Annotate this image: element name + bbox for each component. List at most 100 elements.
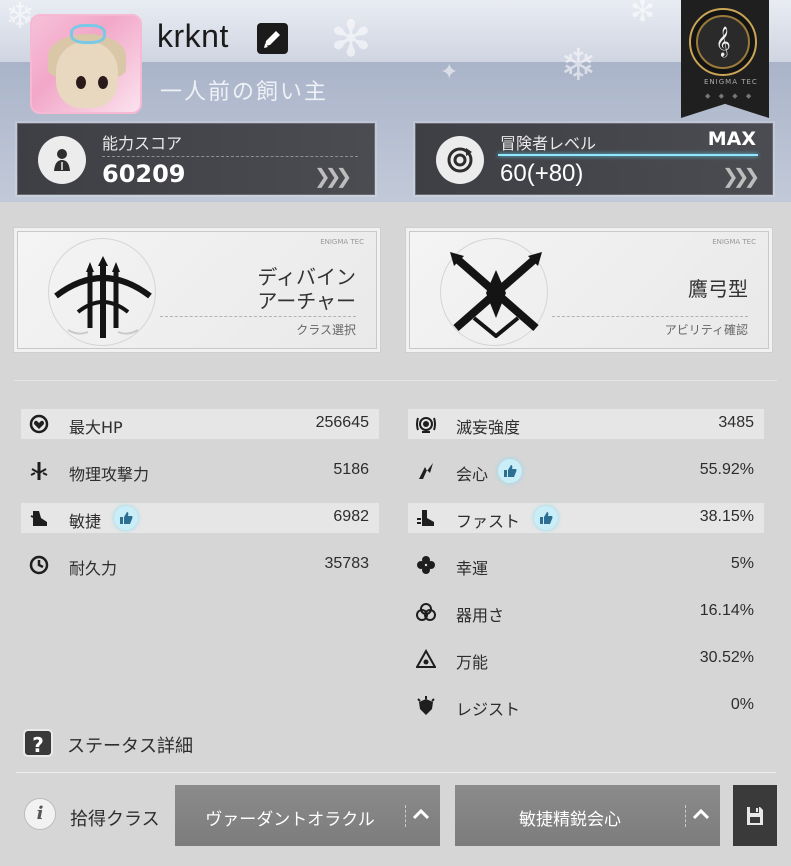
warning-triangle-icon: [416, 649, 436, 668]
adventurer-level-label: 冒険者レベル: [500, 134, 597, 153]
radiating-eye-icon: [416, 417, 436, 433]
stat-value: 5%: [730, 555, 754, 572]
bow-arrows-icon: [54, 256, 152, 338]
dropdown-separator: [685, 805, 686, 827]
dropdown-separator: [405, 805, 406, 827]
username: krknt: [157, 18, 229, 54]
footer-divider: [16, 772, 776, 773]
snowflake-decoration: ✦: [440, 60, 459, 85]
stat-row-agility[interactable]: 敏捷 6982: [21, 503, 379, 533]
stat-name: 敏捷: [69, 512, 102, 531]
rank-brand-text: ENIGMA TEC: [704, 78, 758, 86]
snowflake-decoration: ✻: [330, 10, 372, 68]
stat-name: 万能: [456, 653, 489, 672]
save-button[interactable]: [733, 785, 777, 846]
stat-row-delusion-strength[interactable]: 滅妄強度 3485: [408, 409, 764, 439]
ability-score-panel[interactable]: 能力スコア 60209 ❯❯❯: [17, 123, 375, 195]
class-select-link[interactable]: クラス選択: [296, 321, 356, 338]
stat-value: 55.92%: [699, 461, 754, 478]
heart-shield-icon: [29, 414, 49, 434]
stat-name: レジスト: [456, 700, 521, 719]
level-max-tag: MAX: [707, 128, 756, 150]
status-detail-link[interactable]: ステータス詳細: [67, 732, 193, 758]
card-brand: ENIGMA TEC: [712, 238, 756, 246]
level-progress-bar: [498, 154, 758, 156]
stat-row-durability[interactable]: 耐久力 35783: [21, 550, 379, 580]
chevron-up-icon: [412, 808, 430, 820]
stat-value: 35783: [324, 555, 370, 572]
class-name-line1: ディバイン: [257, 265, 356, 289]
section-divider: [14, 380, 777, 381]
avatar-eye: [76, 76, 86, 89]
info-icon[interactable]: i: [24, 798, 56, 830]
card-divider: [552, 316, 748, 317]
loot-class-selected: ヴァーダントオラクル: [205, 810, 375, 830]
fast-boot-icon: [417, 510, 434, 526]
recommended-thumb-icon: [534, 506, 558, 530]
stat-row-fast[interactable]: ファスト 38.15%: [408, 503, 764, 533]
chevrons-icon: ❯❯❯: [722, 164, 760, 188]
ability-figure-icon: [38, 136, 86, 184]
stat-name: 器用さ: [456, 606, 505, 625]
chevrons-icon: ❯❯❯: [314, 164, 352, 188]
avatar-eye: [98, 76, 108, 89]
loot-class-dropdown[interactable]: ヴァーダントオラクル: [175, 785, 440, 846]
stat-value: 256645: [315, 414, 369, 431]
crossed-swords-icon: [450, 252, 542, 338]
class-name-line2: アーチャー: [257, 289, 356, 313]
question-icon[interactable]: ?: [23, 729, 53, 757]
card-brand: ENIGMA TEC: [320, 238, 364, 246]
stat-preset-dropdown[interactable]: 敏捷精鋭会心: [455, 785, 720, 846]
stat-row-resist[interactable]: レジスト 0%: [408, 691, 764, 721]
claw-strike-icon: [419, 463, 433, 479]
stat-name: 耐久力: [69, 559, 118, 578]
avatar-face: [56, 42, 118, 108]
stat-row-versatility[interactable]: 万能 30.52%: [408, 644, 764, 674]
stat-name: 物理攻撃力: [69, 465, 150, 484]
stat-preset-selected: 敏捷精鋭会心: [519, 810, 621, 830]
stat-value: 3485: [718, 414, 754, 431]
stat-name: 幸運: [456, 559, 489, 578]
ability-card[interactable]: ENIGMA TEC 鷹弓型 アビリティ確認: [409, 231, 769, 349]
avatar[interactable]: [30, 14, 142, 114]
adventurer-level-panel[interactable]: 冒険者レベル MAX 60(+80) ❯❯❯: [415, 123, 773, 195]
class-card[interactable]: ENIGMA TEC ディバイン アーチャー クラス選択: [17, 231, 377, 349]
stat-name: ファスト: [456, 512, 521, 531]
stat-name: 会心: [456, 465, 489, 484]
rank-stars: ◆ ◆ ◆ ◆: [705, 92, 755, 100]
stat-row-max-hp[interactable]: 最大HP 256645: [21, 409, 379, 439]
stat-value: 30.52%: [699, 649, 754, 666]
stat-row-physical-attack[interactable]: 物理攻撃力 5186: [21, 456, 379, 486]
stat-row-dexterity[interactable]: 器用さ 16.14%: [408, 597, 764, 627]
rank-medal[interactable]: 𝄞: [689, 8, 757, 76]
ability-score-divider: [102, 156, 358, 157]
spiked-shield-icon: [417, 696, 435, 715]
floppy-disk-icon: [747, 807, 763, 825]
ability-check-link[interactable]: アビリティ確認: [665, 321, 748, 338]
card-divider: [160, 316, 356, 317]
stat-row-critical[interactable]: 会心 55.92%: [408, 456, 764, 486]
edit-name-icon[interactable]: [257, 23, 288, 54]
stat-row-luck[interactable]: 幸運 5%: [408, 550, 764, 580]
stat-value: 6982: [333, 508, 369, 525]
player-title[interactable]: 一人前の飼い主: [160, 74, 328, 106]
stat-value: 38.15%: [699, 508, 754, 525]
shield-clock-icon: [29, 555, 49, 575]
stat-name: 滅妄強度: [456, 418, 521, 437]
chevron-up-icon: [692, 808, 710, 820]
triple-rings-icon: [416, 603, 436, 621]
adventurer-level-value: 60(+80): [500, 160, 584, 187]
snowflake-decoration: ❄: [560, 40, 597, 91]
avatar-bow: [70, 24, 106, 44]
stat-name: 最大HP: [69, 418, 123, 437]
ability-score-value: 60209: [102, 160, 186, 188]
stat-value: 0%: [730, 696, 754, 713]
ability-score-label: 能力スコア: [102, 134, 183, 153]
music-score-icon: 𝄞: [696, 15, 750, 69]
recommended-thumb-icon: [114, 506, 138, 530]
sword-burst-icon: [30, 462, 48, 480]
snowflake-decoration: ✻: [630, 0, 656, 29]
clover-icon: [417, 556, 435, 574]
level-spiral-icon: [436, 136, 484, 184]
stat-value: 5186: [333, 461, 369, 478]
